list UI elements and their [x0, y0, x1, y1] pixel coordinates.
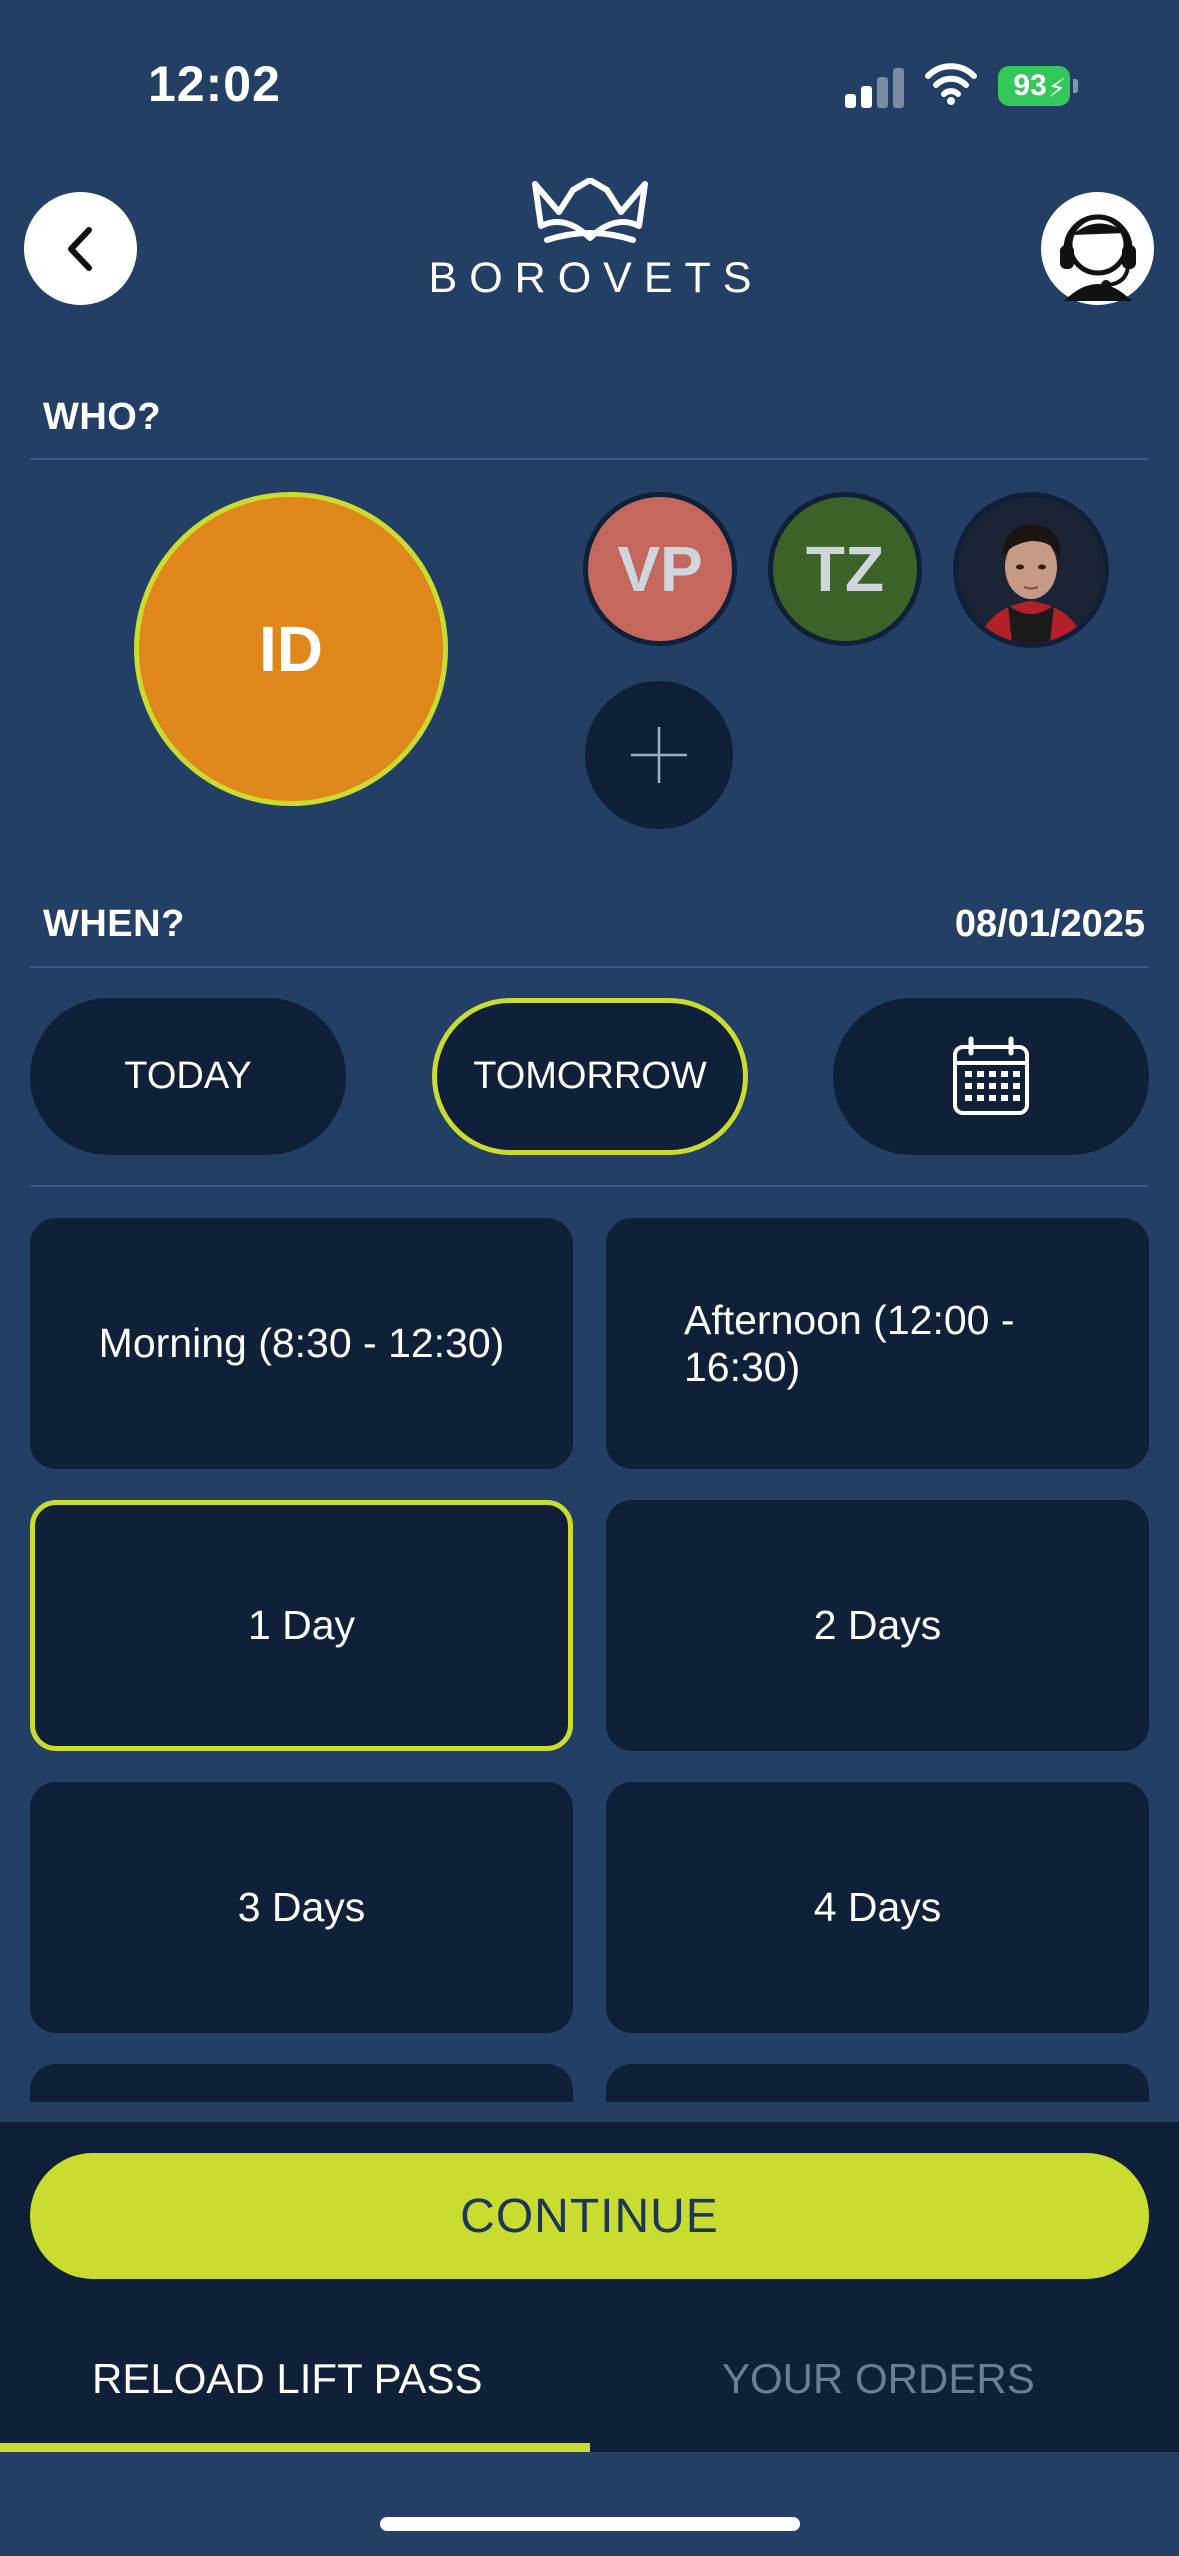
option-partial-right[interactable]: [606, 2064, 1149, 2102]
wifi-icon: [925, 62, 977, 106]
selected-member-avatar[interactable]: ID: [134, 492, 448, 806]
support-button[interactable]: [1041, 192, 1154, 305]
options-divider: [30, 1185, 1148, 1187]
calendar-icon: [953, 1036, 1029, 1115]
status-time: 12:02: [148, 56, 281, 112]
today-button[interactable]: TODAY: [30, 998, 346, 1155]
option-afternoon[interactable]: Afternoon (12:00 - 16:30): [606, 1218, 1149, 1469]
option-1-day[interactable]: 1 Day: [30, 1500, 573, 1751]
when-label: WHEN?: [43, 903, 185, 945]
tab-reload-lift-pass[interactable]: RELOAD LIFT PASS: [92, 2355, 483, 2403]
option-partial-left[interactable]: [30, 2064, 573, 2102]
cellular-signal-icon: [845, 68, 907, 108]
charging-bolt-icon: ⚡: [1047, 73, 1066, 103]
selected-date: 08/01/2025: [954, 903, 1145, 945]
member-avatar-vp[interactable]: VP: [583, 492, 737, 646]
borovets-logo: BOROVETS: [410, 178, 770, 308]
tomorrow-button[interactable]: TOMORROW: [432, 998, 748, 1155]
logo-text: BOROVETS: [428, 254, 764, 302]
calendar-button[interactable]: [833, 998, 1149, 1155]
headset-support-icon: [1059, 214, 1136, 301]
profile-photo: [958, 497, 1104, 643]
add-member-button[interactable]: [585, 681, 733, 829]
tab-your-orders[interactable]: YOUR ORDERS: [722, 2355, 1035, 2403]
back-button[interactable]: [24, 192, 137, 305]
duration-options-grid: Morning (8:30 - 12:30) Afternoon (12:00 …: [0, 1202, 1179, 2102]
member-avatar-tz[interactable]: TZ: [768, 492, 922, 646]
who-label: WHO?: [43, 396, 162, 438]
status-bar: 12:02 93 ⚡: [0, 0, 1179, 170]
option-3-days[interactable]: 3 Days: [30, 1782, 573, 2033]
active-tab-indicator: [0, 2443, 590, 2452]
battery-tip: [1073, 79, 1078, 93]
option-4-days[interactable]: 4 Days: [606, 1782, 1149, 2033]
who-divider: [30, 458, 1148, 460]
crown-icon: [532, 178, 648, 243]
when-divider: [30, 966, 1148, 968]
battery-icon: 93 ⚡: [998, 66, 1078, 106]
continue-button[interactable]: CONTINUE: [30, 2153, 1149, 2279]
member-avatar-photo[interactable]: [953, 492, 1109, 648]
home-indicator[interactable]: [380, 2517, 800, 2531]
option-morning[interactable]: Morning (8:30 - 12:30): [30, 1218, 573, 1469]
option-2-days[interactable]: 2 Days: [606, 1500, 1149, 1751]
plus-icon: [631, 727, 687, 783]
chevron-left-icon: [67, 226, 92, 271]
